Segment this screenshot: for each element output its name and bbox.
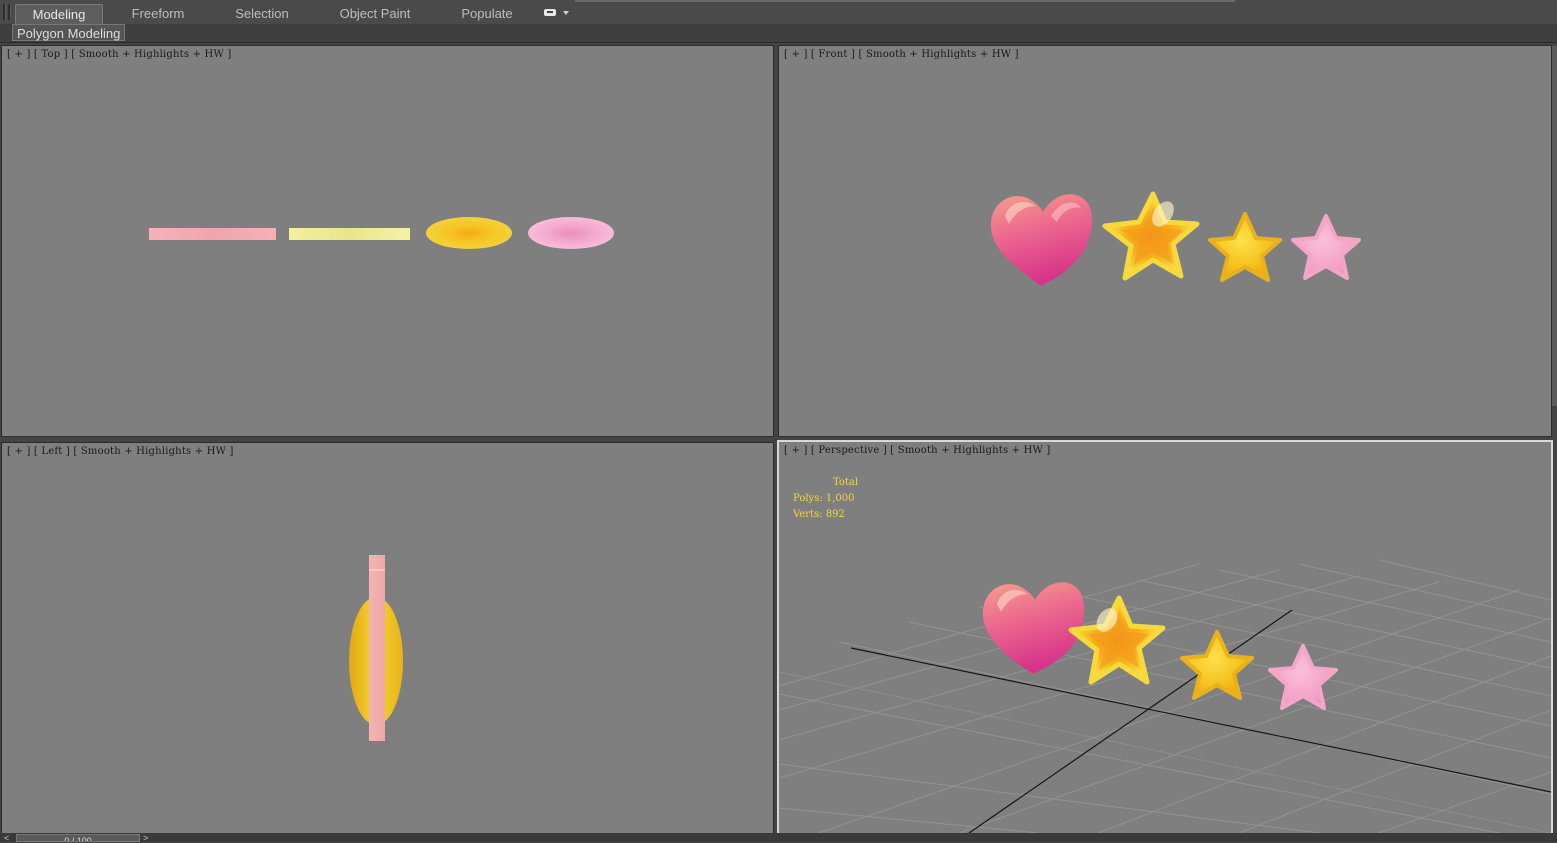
star-pink-icon	[1291, 214, 1361, 280]
viewport-perspective[interactable]: [ + ] [ Perspective ] [ Smooth + Highlig…	[777, 440, 1553, 835]
star-large-top-view	[289, 228, 410, 240]
ribbon-divider	[575, 0, 1235, 2]
perspective-scene	[779, 559, 1551, 833]
ribbon: Modeling Freeform Selection Object Paint…	[0, 0, 1557, 25]
tab-modeling[interactable]: Modeling	[15, 4, 103, 24]
tab-object-paint[interactable]: Object Paint	[330, 4, 420, 24]
viewport-top[interactable]: [ + ] [ Top ] [ Smooth + Highlights + HW…	[1, 45, 774, 437]
star-yellow-icon	[1180, 630, 1254, 700]
heart-icon	[982, 582, 1085, 674]
perspective-grid	[779, 559, 1551, 833]
star-pink-top-view	[528, 217, 614, 249]
ribbon-grip-2[interactable]	[8, 4, 11, 20]
sub-ribbon: Polygon Modeling	[0, 24, 1557, 43]
viewport-left[interactable]: [ + ] [ Left ] [ Smooth + Highlights + H…	[1, 442, 774, 834]
left-view-scene	[349, 555, 403, 741]
heart-icon	[990, 194, 1093, 286]
time-slider[interactable]: 0 / 100	[16, 834, 140, 842]
tab-freeform[interactable]: Freeform	[118, 4, 198, 24]
viewport-front[interactable]: [ + ] [ Front ] [ Smooth + Highlights + …	[778, 45, 1552, 437]
ribbon-toggle-icon	[544, 9, 556, 16]
ribbon-options-dropdown[interactable]	[542, 7, 570, 19]
front-view-scene	[990, 191, 1361, 286]
polygon-modeling-panel-button[interactable]: Polygon Modeling	[12, 24, 126, 41]
heart-side-view	[369, 555, 385, 741]
ribbon-grip[interactable]	[3, 4, 6, 20]
viewport-scrollbar[interactable]	[1552, 46, 1557, 406]
star-yellow-icon	[1208, 212, 1282, 282]
top-view-scene	[149, 217, 614, 249]
star-pink-icon	[1268, 644, 1338, 710]
star-yellow-top-view	[426, 217, 512, 249]
tab-selection[interactable]: Selection	[222, 4, 302, 24]
heart-top-view	[149, 228, 276, 240]
heart-side-edge	[369, 569, 385, 571]
time-slider-bar	[0, 833, 1557, 842]
tab-populate[interactable]: Populate	[450, 4, 524, 24]
chevron-down-icon	[563, 11, 569, 15]
